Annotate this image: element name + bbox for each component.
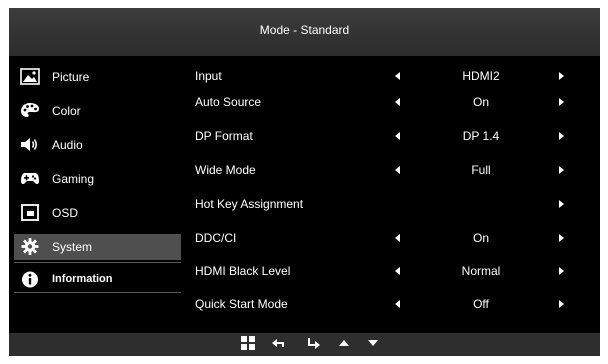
info-icon — [22, 271, 38, 288]
sidebar-item-information[interactable]: Information — [14, 267, 181, 292]
setting-value: On — [472, 231, 489, 245]
left-arrow-icon[interactable] — [395, 267, 400, 275]
gamepad-icon — [21, 173, 39, 185]
left-arrow-icon[interactable] — [395, 98, 400, 106]
left-arrow-icon[interactable] — [395, 132, 400, 140]
setting-label: Input — [195, 69, 222, 83]
left-arrow-icon[interactable] — [395, 72, 400, 80]
left-arrow-icon[interactable] — [395, 300, 400, 308]
enter-icon[interactable] — [305, 335, 321, 351]
title-bar: Mode - Standard — [9, 8, 600, 56]
mode-title: Mode - Standard — [259, 23, 350, 37]
setting-label: Quick Start Mode — [195, 297, 288, 311]
setting-value: HDMI2 — [462, 69, 500, 83]
sidebar-divider — [14, 292, 181, 293]
left-arrow-icon[interactable] — [395, 166, 400, 174]
right-arrow-icon[interactable] — [559, 300, 564, 308]
menu-grid-icon[interactable] — [240, 335, 256, 351]
right-arrow-icon[interactable] — [559, 132, 564, 140]
sidebar-item-label: System — [52, 240, 93, 254]
right-arrow-icon[interactable] — [559, 267, 564, 275]
right-arrow-icon[interactable] — [559, 166, 564, 174]
sidebar-item-audio[interactable]: Audio — [14, 132, 181, 157]
sidebar-item-label: Color — [52, 104, 81, 118]
sidebar-item-system[interactable]: System — [14, 234, 181, 260]
setting-row-auto-source[interactable]: Auto Source On — [195, 92, 595, 112]
sidebar-item-label: Audio — [52, 138, 83, 152]
picture-icon — [20, 68, 40, 85]
setting-row-input[interactable]: Input HDMI2 — [195, 66, 595, 86]
sidebar-item-picture[interactable]: Picture — [14, 64, 181, 89]
sidebar-item-color[interactable]: Color — [14, 98, 181, 123]
gear-icon — [21, 238, 39, 255]
sidebar-item-label: OSD — [52, 206, 79, 220]
osd-menu: Mode - Standard Picture Color Audio Gami… — [9, 8, 600, 356]
right-arrow-icon[interactable] — [559, 72, 564, 80]
setting-label: Wide Mode — [195, 163, 256, 177]
palette-icon — [21, 103, 39, 117]
setting-row-ddc-ci[interactable]: DDC/CI On — [195, 228, 595, 248]
setting-row-hdmi-black-level[interactable]: HDMI Black Level Normal — [195, 261, 595, 281]
sidebar-item-label: Gaming — [52, 172, 95, 186]
setting-value: Off — [473, 297, 489, 311]
left-arrow-icon[interactable] — [395, 234, 400, 242]
right-arrow-icon[interactable] — [559, 234, 564, 242]
back-icon[interactable] — [271, 335, 287, 351]
setting-value: On — [472, 95, 489, 109]
bottom-nav-bar — [9, 333, 600, 356]
setting-row-wide-mode[interactable]: Wide Mode Full — [195, 160, 595, 180]
setting-row-hot-key-assignment[interactable]: Hot Key Assignment — [195, 194, 595, 214]
setting-row-dp-format[interactable]: DP Format DP 1.4 — [195, 126, 595, 146]
setting-label: DDC/CI — [195, 231, 237, 245]
down-arrow-icon[interactable] — [365, 335, 381, 351]
sidebar-divider — [14, 262, 181, 263]
setting-value: Normal — [461, 264, 501, 278]
setting-row-quick-start-mode[interactable]: Quick Start Mode Off — [195, 294, 595, 314]
speaker-icon — [21, 138, 37, 151]
sidebar-item-osd[interactable]: OSD — [14, 200, 181, 225]
setting-label: DP Format — [195, 129, 253, 143]
right-arrow-icon[interactable] — [559, 98, 564, 106]
setting-label: Hot Key Assignment — [195, 197, 304, 211]
setting-value: Full — [471, 163, 491, 177]
sidebar-item-label: Picture — [52, 70, 90, 84]
setting-value: DP 1.4 — [462, 129, 500, 143]
sidebar-item-gaming[interactable]: Gaming — [14, 166, 181, 191]
right-arrow-icon[interactable] — [559, 200, 564, 208]
sidebar-item-label: Information — [52, 273, 113, 285]
osd-icon — [21, 204, 39, 221]
setting-label: HDMI Black Level — [195, 264, 291, 278]
up-arrow-icon[interactable] — [336, 335, 352, 351]
setting-label: Auto Source — [195, 95, 262, 109]
